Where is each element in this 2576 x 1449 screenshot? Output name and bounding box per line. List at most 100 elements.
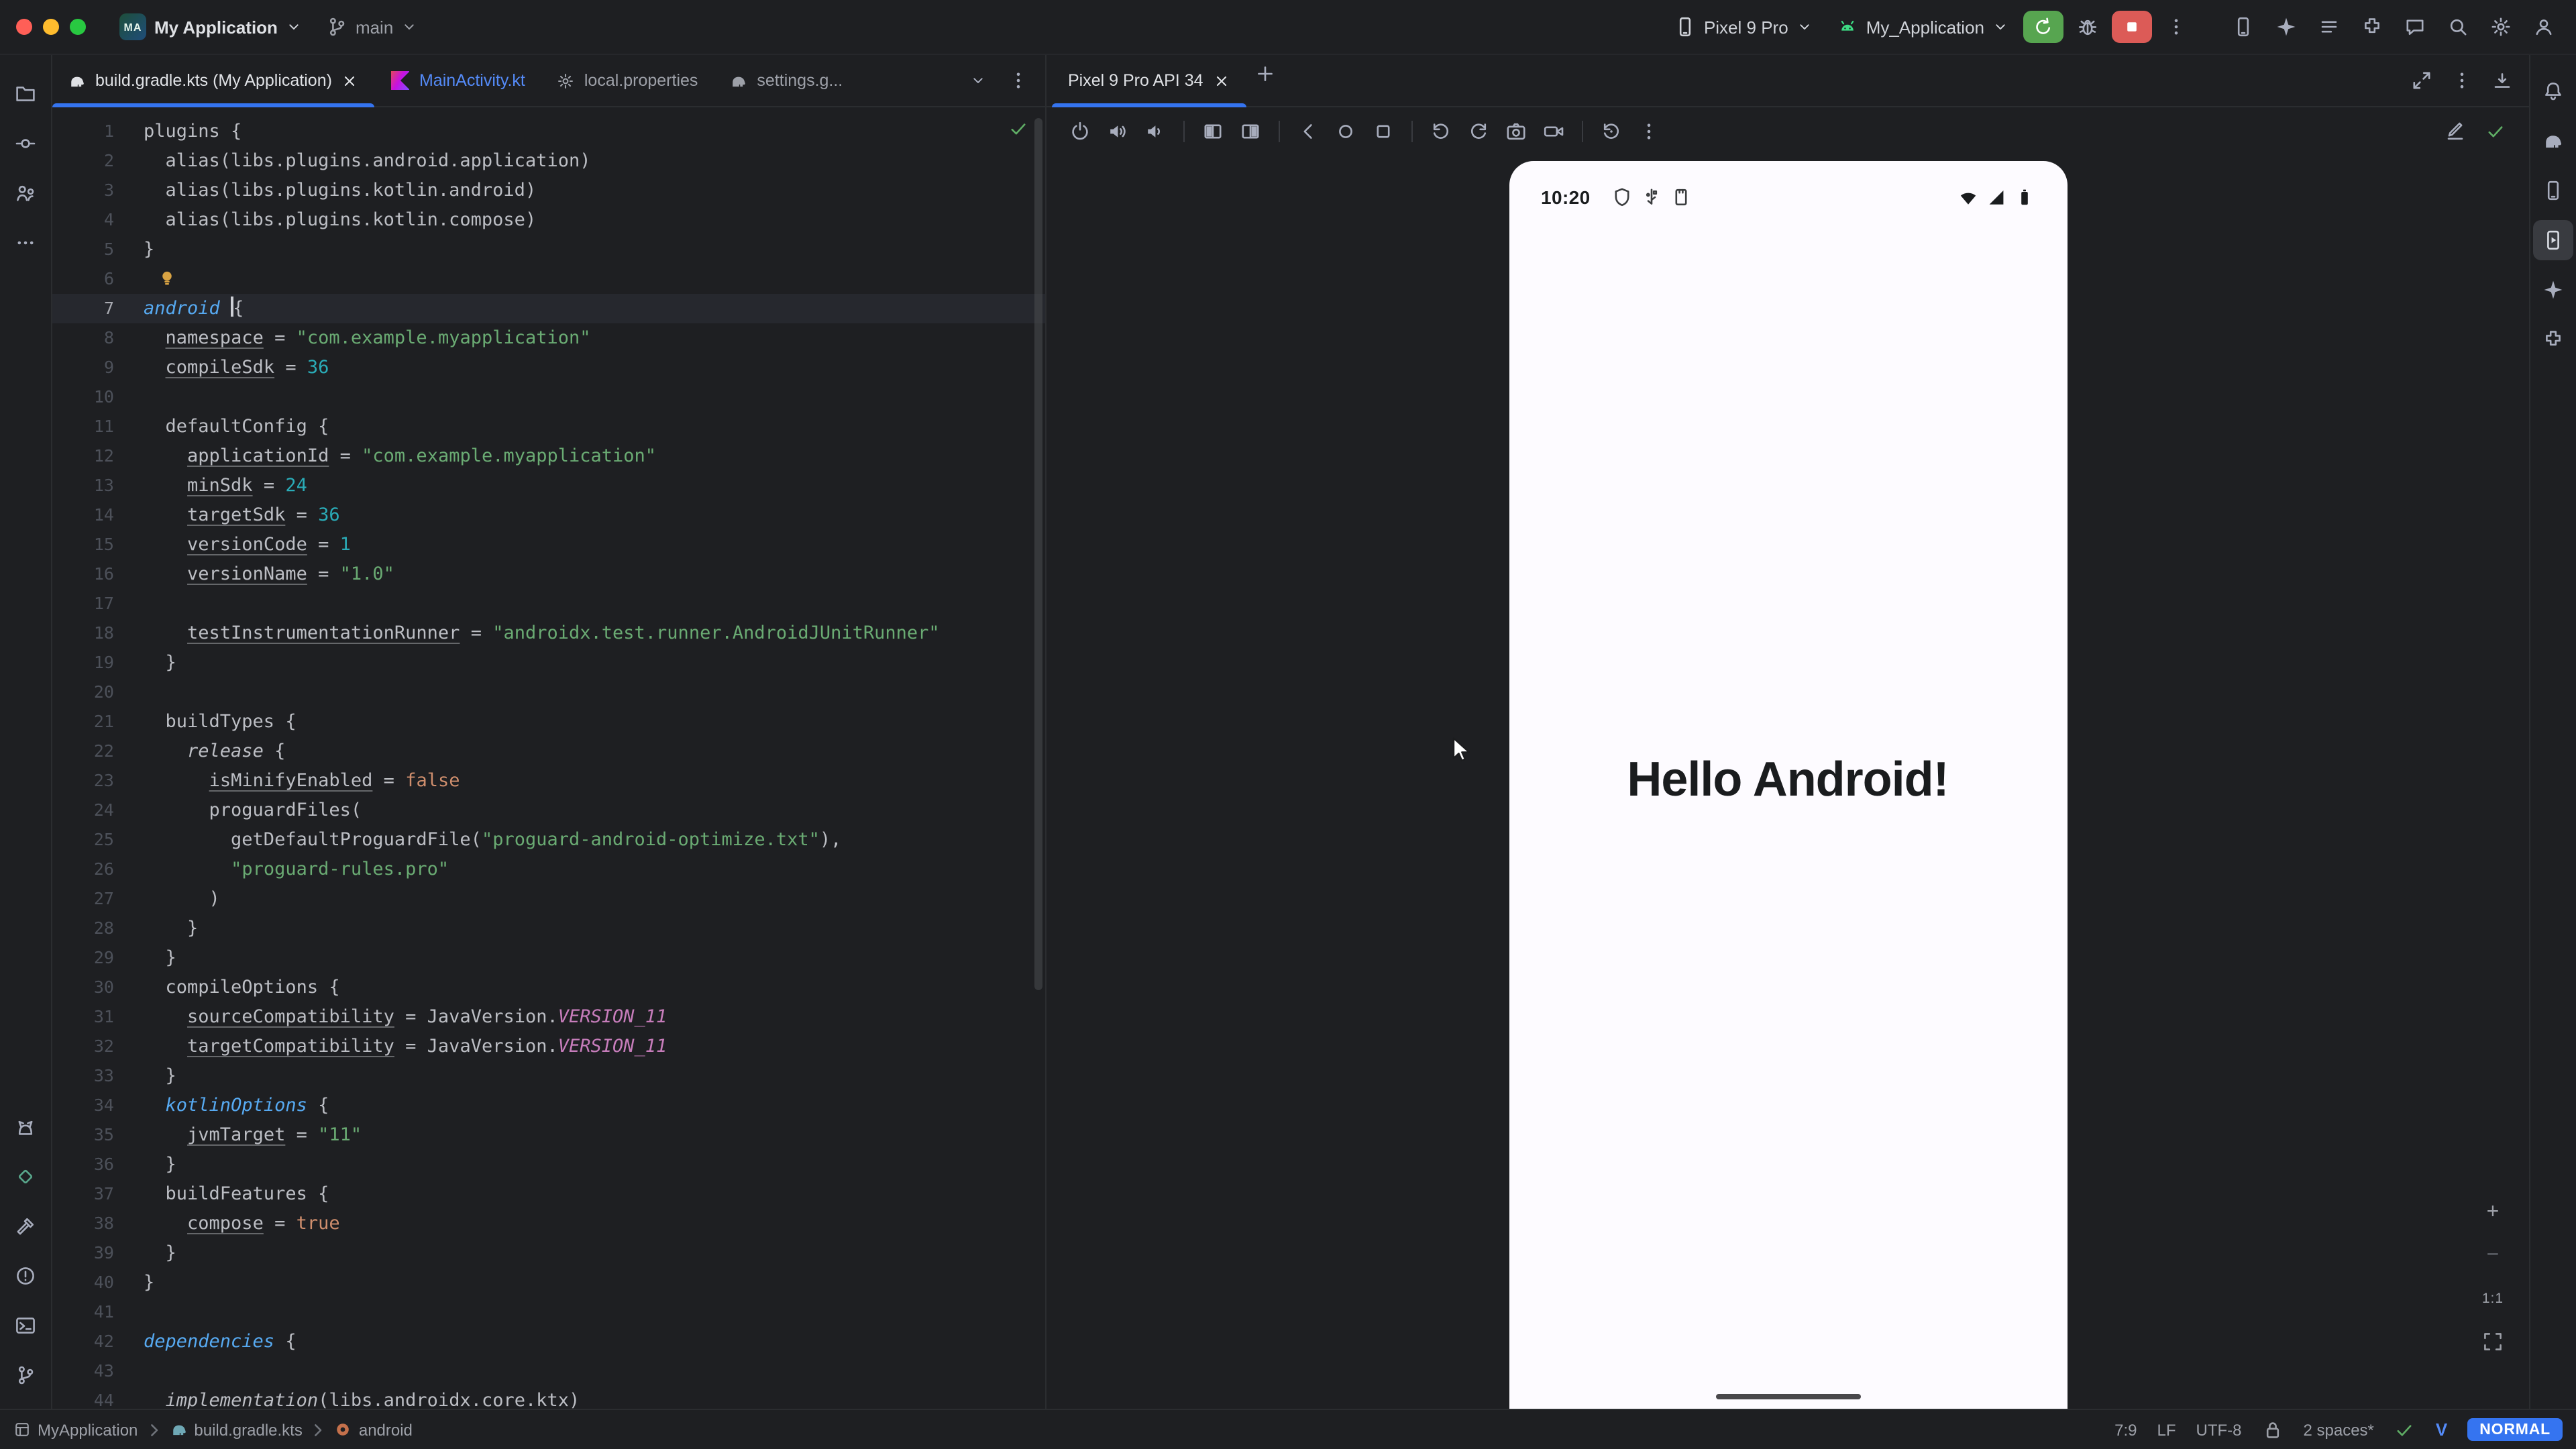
device-selector[interactable]: Pixel 9 Pro — [1665, 11, 1822, 43]
panel-options-button[interactable] — [2443, 62, 2481, 99]
code-line[interactable]: 42dependencies { — [52, 1327, 1045, 1356]
code-line[interactable]: 21 buildTypes { — [52, 707, 1045, 737]
code-line[interactable]: 8 namespace = "com.example.myapplication… — [52, 323, 1045, 353]
code-line[interactable]: 33 } — [52, 1061, 1045, 1091]
caret-position-widget[interactable]: 7:9 — [2114, 1420, 2137, 1439]
code-line[interactable]: 37 buildFeatures { — [52, 1179, 1045, 1209]
unfold-button[interactable] — [1233, 114, 1268, 149]
code-line[interactable]: 13 minSdk = 24 — [52, 471, 1045, 500]
editor-tab[interactable]: build.gradle.kts (My Application) — [52, 55, 375, 106]
code-line[interactable]: 20 — [52, 678, 1045, 707]
camera-button[interactable] — [1499, 114, 1534, 149]
restart-button[interactable] — [1594, 114, 1629, 149]
code-line[interactable]: 23 isMinifyEnabled = false — [52, 766, 1045, 796]
code-line[interactable]: 2 alias(libs.plugins.android.application… — [52, 146, 1045, 176]
code-line[interactable]: 10 — [52, 382, 1045, 412]
vcs-branch-selector[interactable]: main — [317, 11, 427, 43]
read-only-toggle[interactable] — [2262, 1419, 2284, 1440]
code-line[interactable]: 27 ) — [52, 884, 1045, 914]
code-line[interactable]: 24 proguardFiles( — [52, 796, 1045, 825]
phone-screen[interactable]: 10:20 Hello Android! — [1509, 161, 2067, 1409]
code-line[interactable]: 30 compileOptions { — [52, 973, 1045, 1002]
code-line[interactable]: 26 "proguard-rules.pro" — [52, 855, 1045, 884]
record-button[interactable] — [1536, 114, 1571, 149]
file-encoding-widget[interactable]: UTF-8 — [2196, 1420, 2242, 1439]
code-line[interactable]: 22 release { — [52, 737, 1045, 766]
settings-button[interactable] — [2482, 8, 2520, 46]
more-h-tool-button[interactable] — [5, 223, 46, 263]
rerun-button[interactable] — [2023, 11, 2063, 43]
app-insights-tool-button[interactable] — [5, 1157, 46, 1197]
live-edit-status-button[interactable] — [2478, 114, 2513, 149]
power-button[interactable] — [1063, 114, 1097, 149]
code-line[interactable]: 32 targetCompatibility = JavaVersion.VER… — [52, 1032, 1045, 1061]
breadcrumb-project[interactable]: MyApplication — [13, 1420, 138, 1439]
hidden-tabs-button[interactable] — [959, 62, 997, 99]
notifications-tool-button[interactable] — [2533, 71, 2573, 111]
commit-tool-button[interactable] — [5, 123, 46, 164]
code-line[interactable]: 6 — [52, 264, 1045, 294]
code-line[interactable]: 1plugins { — [52, 117, 1045, 146]
fullscreen-window-button[interactable] — [70, 19, 86, 35]
hide-panel-button[interactable] — [2483, 62, 2521, 99]
editor-scrollbar[interactable] — [1034, 118, 1042, 990]
add-device-button[interactable] — [1246, 55, 1284, 93]
device-tab[interactable]: Pixel 9 Pro API 34 — [1052, 55, 1246, 106]
gemini-tool-button[interactable] — [2533, 270, 2573, 310]
close-icon[interactable] — [341, 72, 359, 89]
overview-button[interactable] — [1366, 114, 1401, 149]
search-button[interactable] — [2439, 8, 2477, 46]
code-line[interactable]: 15 versionCode = 1 — [52, 530, 1045, 559]
code-line[interactable]: 18 testInstrumentationRunner = "androidx… — [52, 619, 1045, 648]
close-window-button[interactable] — [16, 19, 32, 35]
code-line[interactable]: 43 — [52, 1356, 1045, 1386]
fit-to-window-button[interactable] — [2478, 1328, 2508, 1355]
vim-mode-badge[interactable]: NORMAL — [2467, 1418, 2563, 1441]
version-control-tool-button[interactable] — [5, 1355, 46, 1395]
code-line[interactable]: 28 } — [52, 914, 1045, 943]
more-v-button[interactable] — [1631, 114, 1666, 149]
problems-tool-button[interactable] — [5, 1256, 46, 1296]
zoom-in-button[interactable]: + — [2478, 1199, 2508, 1226]
code-line[interactable]: 5} — [52, 235, 1045, 264]
code-line[interactable]: 36 } — [52, 1150, 1045, 1179]
live-edit-button[interactable] — [2438, 114, 2473, 149]
gemini-button[interactable] — [2267, 8, 2305, 46]
debug-button[interactable] — [2069, 8, 2106, 46]
zoom-reset-button[interactable]: 1:1 — [2478, 1285, 2508, 1312]
volume-up-button[interactable] — [1100, 114, 1135, 149]
stop-button[interactable] — [2112, 11, 2152, 43]
code-line[interactable]: 25 getDefaultProguardFile("proguard-andr… — [52, 825, 1045, 855]
line-separator-widget[interactable]: LF — [2157, 1420, 2176, 1439]
tab-options-button[interactable] — [1000, 62, 1037, 99]
account-button[interactable] — [2525, 8, 2563, 46]
device-manager-button[interactable] — [2224, 8, 2262, 46]
device-manager-tool-button[interactable] — [2533, 170, 2573, 211]
volume-down-button[interactable] — [1138, 114, 1173, 149]
code-line[interactable]: 38 compose = true — [52, 1209, 1045, 1238]
zoom-out-button[interactable]: − — [2478, 1242, 2508, 1269]
more-run-actions-button[interactable] — [2157, 8, 2195, 46]
code-line[interactable]: 44 implementation(libs.androidx.core.ktx… — [52, 1386, 1045, 1409]
code-line[interactable]: 35 jvmTarget = "11" — [52, 1120, 1045, 1150]
code-line[interactable]: 12 applicationId = "com.example.myapplic… — [52, 441, 1045, 471]
close-icon[interactable] — [1213, 72, 1230, 89]
code-line[interactable]: 9 compileSdk = 36 — [52, 353, 1045, 382]
project-selector[interactable]: MA My Application — [110, 8, 311, 46]
todo-list-button[interactable] — [2310, 8, 2348, 46]
indent-style-widget[interactable]: 2 spaces* — [2304, 1420, 2374, 1439]
code-line[interactable]: 7android { — [52, 294, 1045, 323]
code-editor[interactable]: 1plugins {2 alias(libs.plugins.android.a… — [52, 107, 1045, 1409]
code-line[interactable]: 29 } — [52, 943, 1045, 973]
code-line[interactable]: 41 — [52, 1297, 1045, 1327]
pull-requests-tool-button[interactable] — [5, 173, 46, 213]
inspections-status-icon[interactable] — [1008, 118, 1029, 140]
open-in-new-window-button[interactable] — [2403, 62, 2440, 99]
messages-button[interactable] — [2396, 8, 2434, 46]
minimize-window-button[interactable] — [43, 19, 59, 35]
code-line[interactable]: 3 alias(libs.plugins.kotlin.android) — [52, 176, 1045, 205]
breadcrumb-file[interactable]: build.gradle.kts — [170, 1420, 302, 1439]
code-line[interactable]: 14 targetSdk = 36 — [52, 500, 1045, 530]
project-tool-button[interactable] — [5, 74, 46, 114]
breadcrumb-element[interactable]: android — [335, 1420, 413, 1439]
